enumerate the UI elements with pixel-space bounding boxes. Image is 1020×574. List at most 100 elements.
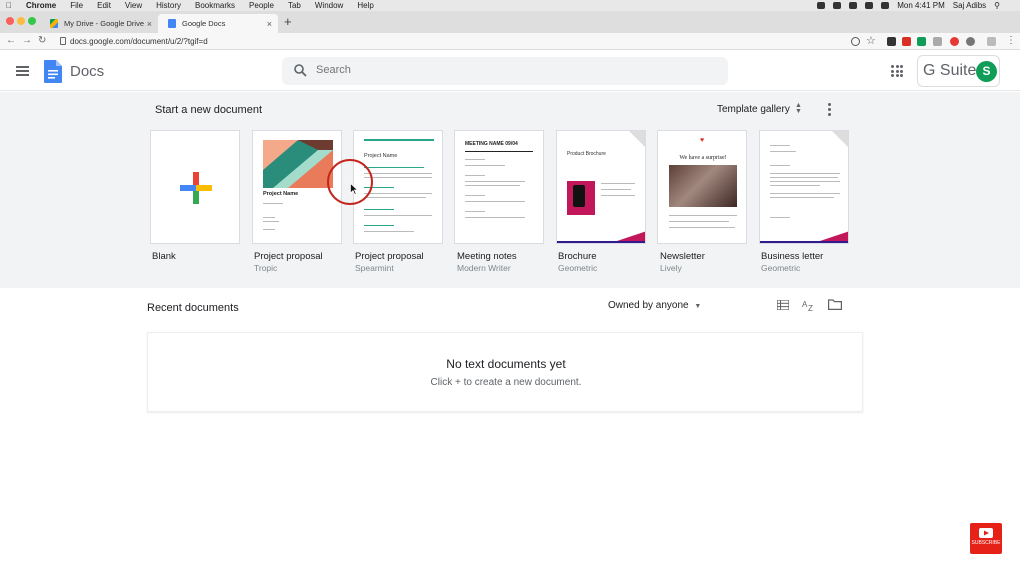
subscribe-button[interactable]: SUBSCRIBE (970, 523, 1002, 554)
docs-icon (168, 19, 176, 28)
docs-logo-icon[interactable] (44, 60, 62, 83)
template-name[interactable]: Newsletter (660, 251, 705, 262)
sort-az-icon[interactable]: A Z (802, 298, 816, 312)
menu-bookmarks[interactable]: Bookmarks (195, 1, 235, 10)
menu-file[interactable]: File (70, 1, 83, 10)
template-gallery-button[interactable]: Template gallery (717, 104, 790, 115)
tab-google-docs[interactable]: Google Docs × (158, 14, 278, 33)
empty-state-subtitle: Click + to create a new document. (430, 377, 582, 388)
owner-filter-dropdown[interactable]: Owned by anyone ▼ (608, 300, 701, 311)
apple-menu-icon[interactable]:  (6, 1, 12, 10)
text-line (465, 211, 485, 212)
menu-window[interactable]: Window (315, 1, 343, 10)
extension-icon[interactable] (987, 37, 996, 46)
template-name[interactable]: Brochure (558, 251, 597, 262)
lock-icon[interactable] (60, 37, 66, 45)
search-input[interactable] (316, 64, 696, 76)
template-style: Modern Writer (457, 263, 511, 273)
plus-icon (180, 172, 212, 204)
phone-image (573, 185, 585, 207)
zoom-icon[interactable] (851, 37, 860, 46)
battery-icon[interactable] (881, 2, 890, 9)
accent-bar (557, 241, 645, 243)
google-apps-icon[interactable] (891, 65, 903, 77)
back-icon[interactable]: ← (6, 36, 16, 46)
menu-app-name[interactable]: Chrome (26, 1, 56, 10)
text-line (364, 167, 424, 168)
new-tab-button[interactable]: + (284, 14, 292, 29)
close-tab-icon[interactable]: × (147, 19, 152, 29)
template-blank[interactable] (150, 130, 240, 244)
accent-bar (364, 139, 434, 141)
text-line (770, 165, 790, 166)
spotlight-icon[interactable]: ⚲ (994, 1, 1000, 10)
expand-collapse-icon[interactable]: ▲ ▼ (795, 102, 803, 117)
search-bar[interactable] (282, 57, 728, 85)
extension-icon[interactable] (902, 37, 911, 46)
folder-icon[interactable] (828, 299, 842, 310)
close-tab-icon[interactable]: × (267, 19, 272, 29)
avatar[interactable]: S (976, 61, 997, 82)
corner-fold (832, 131, 848, 149)
bookmark-star-icon[interactable]: ☆ (866, 34, 876, 47)
more-options-icon[interactable] (826, 103, 832, 117)
text-line (465, 165, 505, 166)
docs-header: Docs G Suite S (0, 51, 1020, 91)
chrome-menu-icon[interactable]: ⋮ (1006, 35, 1016, 46)
bluetooth-icon[interactable] (849, 2, 858, 9)
recent-documents-heading: Recent documents (147, 302, 239, 314)
template-section: Start a new document Template gallery ▲ ▼… (0, 92, 1020, 288)
address-bar[interactable]: docs.google.com/document/u/2/?tgif=d (70, 37, 208, 46)
text-line (364, 209, 394, 210)
extension-icon[interactable] (950, 37, 959, 46)
menubar-user[interactable]: Saj Adibs (953, 1, 986, 10)
search-icon[interactable] (294, 64, 307, 77)
template-name[interactable]: Business letter (761, 251, 823, 262)
text-line (601, 183, 635, 184)
text-line (364, 177, 432, 178)
template-name[interactable]: Meeting notes (457, 251, 517, 262)
template-name[interactable]: Project proposal (355, 251, 424, 262)
menu-people[interactable]: People (249, 1, 274, 10)
template-name[interactable]: Project proposal (254, 251, 323, 262)
extension-icon[interactable] (966, 37, 975, 46)
camera-icon[interactable] (833, 2, 842, 9)
menu-help[interactable]: Help (357, 1, 373, 10)
empty-state-title: No text documents yet (446, 357, 566, 371)
text-line (465, 185, 520, 186)
list-view-icon[interactable] (777, 300, 789, 310)
text-line (364, 231, 414, 232)
template-brochure[interactable]: Product Brochure (556, 130, 646, 244)
thumb-title: Product Brochure (567, 151, 606, 157)
text-line (669, 227, 735, 228)
extension-icon[interactable] (933, 37, 942, 46)
text-line (770, 197, 834, 198)
text-line (465, 195, 485, 196)
main-menu-icon[interactable] (16, 66, 29, 76)
product-name[interactable]: Docs (70, 63, 104, 80)
minimize-window-icon[interactable] (17, 17, 25, 25)
gsuite-logo[interactable]: G Suite (923, 62, 976, 80)
menu-history[interactable]: History (156, 1, 181, 10)
mac-menubar:  Chrome File Edit View History Bookmark… (0, 0, 1020, 11)
extension-icon[interactable] (887, 37, 896, 46)
template-name[interactable]: Blank (152, 251, 176, 262)
menu-edit[interactable]: Edit (97, 1, 111, 10)
forward-icon[interactable]: → (22, 36, 32, 46)
maximize-window-icon[interactable] (28, 17, 36, 25)
template-meeting-notes[interactable]: MEETING NAME 09/04 (454, 130, 544, 244)
template-newsletter[interactable]: ♥ We have a surprise! (657, 130, 747, 244)
extension-icon[interactable] (917, 37, 926, 46)
record-icon[interactable] (817, 2, 826, 9)
menu-view[interactable]: View (125, 1, 142, 10)
text-line (465, 151, 533, 152)
text-line (669, 221, 729, 222)
menu-tab[interactable]: Tab (288, 1, 301, 10)
template-business-letter[interactable] (759, 130, 849, 244)
close-window-icon[interactable] (6, 17, 14, 25)
wifi-icon[interactable] (865, 2, 874, 9)
thumb-title: Project Name (364, 153, 398, 159)
menubar-clock[interactable]: Mon 4:41 PM (897, 1, 945, 10)
tab-my-drive[interactable]: My Drive - Google Drive × (40, 14, 158, 33)
reload-icon[interactable]: ↻ (38, 36, 46, 46)
